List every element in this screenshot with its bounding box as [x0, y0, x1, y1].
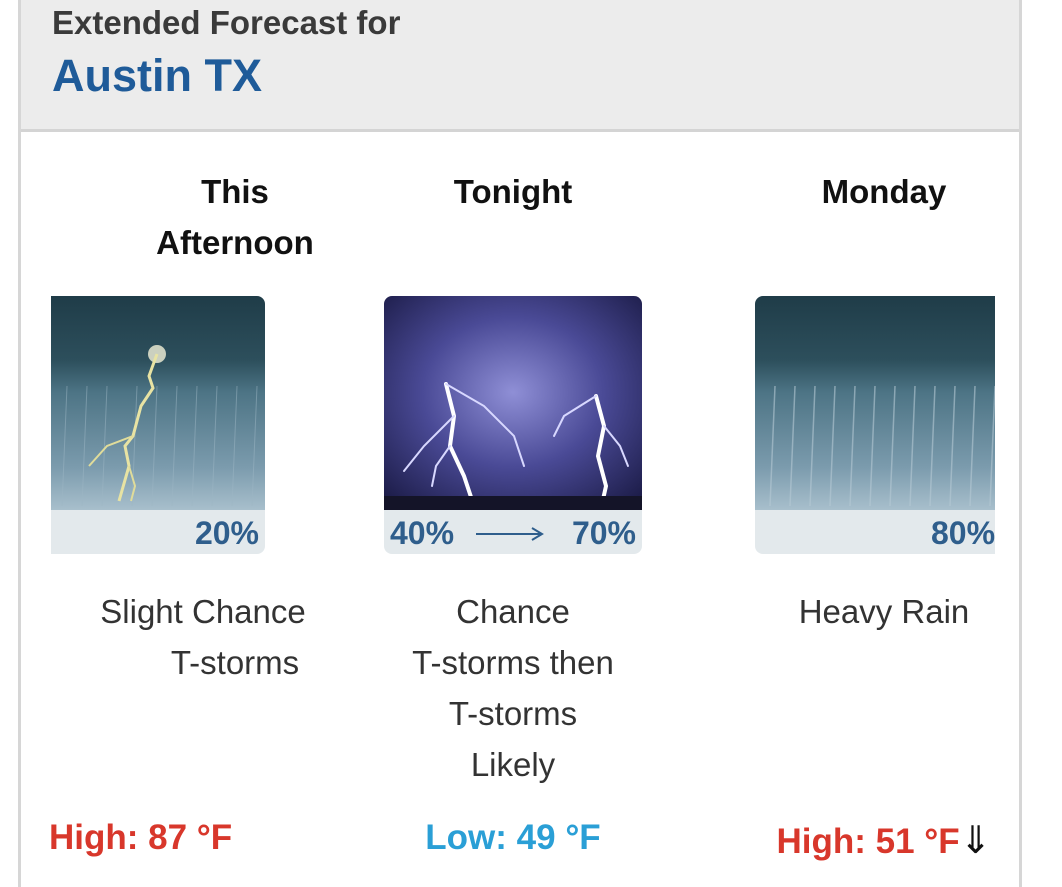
desc-line1: Chance — [456, 593, 570, 630]
forecast-periods: This Afternoon 20% Slight Chance T-storm… — [51, 0, 995, 887]
period-description: Heavy Rain — [698, 586, 995, 637]
desc-line3: T-storms — [448, 695, 578, 732]
desc-line1: Heavy Rain — [798, 593, 970, 630]
forecast-period-monday[interactable]: Monday 80% Heavy Rain High: 51 °F⇓ — [698, 0, 995, 887]
period-name: Tonight — [327, 166, 699, 217]
desc-line2: T-storms then — [412, 644, 614, 681]
forecast-period-tonight[interactable]: Tonight 40% 70% Chance T-storms then T-s… — [327, 0, 699, 887]
temp-text: Low: 49 °F — [425, 818, 601, 857]
temperature-high: High: 51 °F⇓ — [698, 818, 995, 863]
temperature-low: Low: 49 °F — [327, 818, 699, 858]
forecast-panel: Extended Forecast for Austin TX This Aft… — [18, 0, 1022, 887]
precip-chance-label: 80% — [931, 515, 995, 551]
period-name: Monday — [698, 166, 995, 217]
thunderstorm-icon[interactable]: 20% — [51, 296, 265, 554]
precip-chance-label: 20% — [195, 515, 259, 551]
temp-text: High: 87 °F — [51, 818, 233, 857]
lightning-icon[interactable]: 40% 70% — [384, 296, 642, 554]
heavy-rain-icon[interactable]: 80% — [755, 296, 995, 554]
temp-text: High: 51 °F — [776, 822, 960, 861]
down-arrow-icon: ⇓ — [959, 820, 992, 862]
period-description: Chance T-storms then T-storms Likely — [327, 586, 699, 790]
desc-line4: Likely — [470, 746, 556, 783]
period-name-line1: Tonight — [453, 173, 573, 210]
precip-from-label: 40% — [390, 515, 454, 551]
period-name-line1: Monday — [821, 173, 947, 210]
precip-to-label: 70% — [572, 515, 636, 551]
